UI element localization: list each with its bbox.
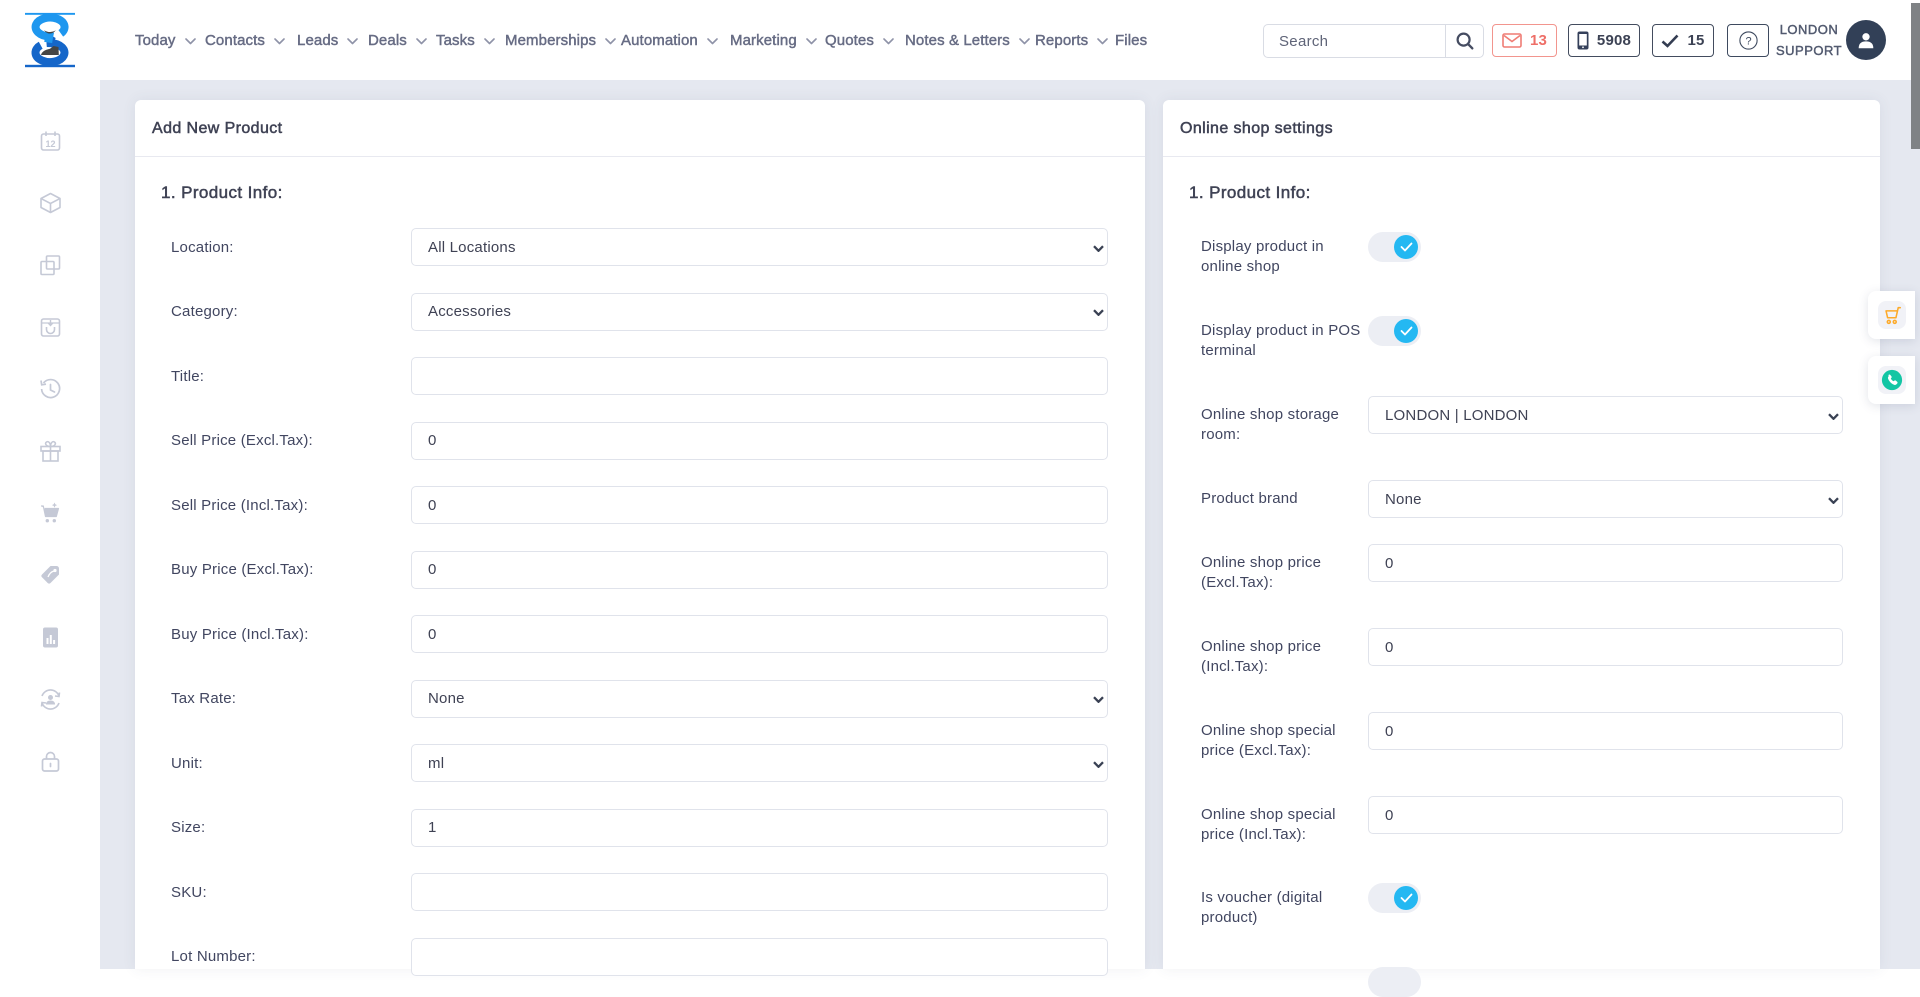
svg-text:?: ? <box>1745 36 1751 48</box>
svg-text:12: 12 <box>45 139 55 149</box>
